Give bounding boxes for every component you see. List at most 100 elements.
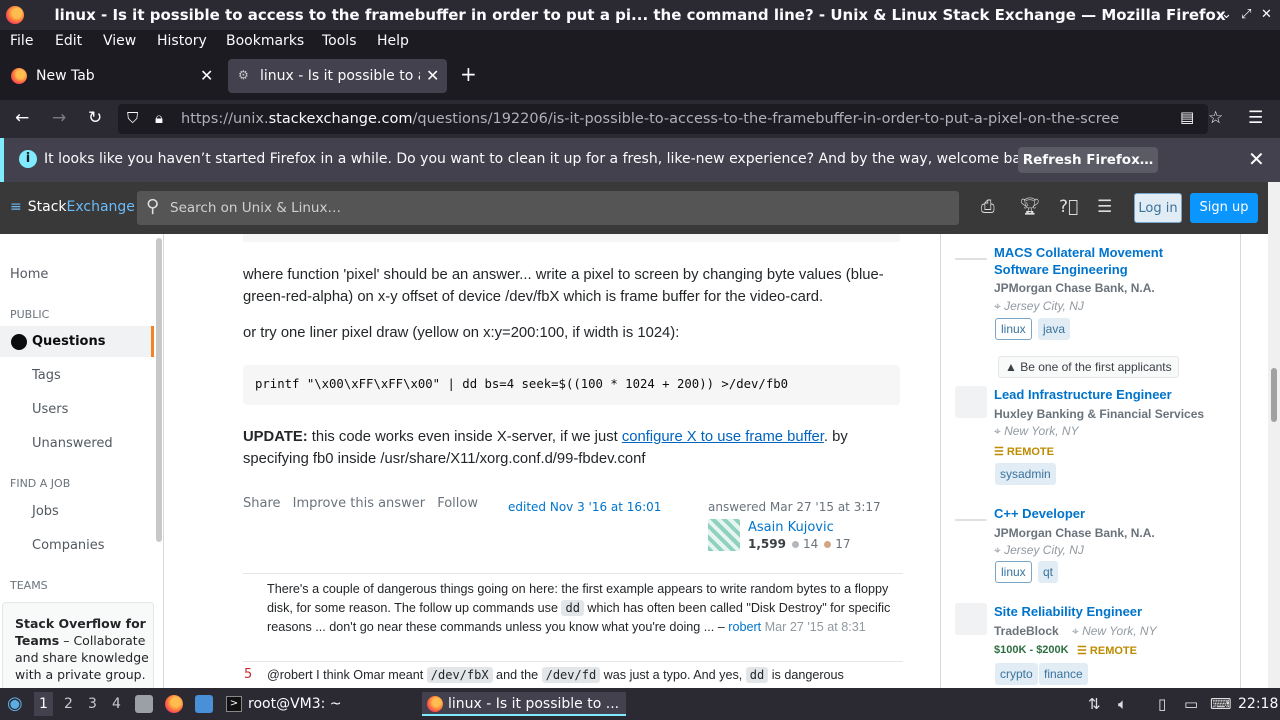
search-placeholder: Search on Unix & Linux…	[170, 200, 341, 216]
remote-badge: ☰ REMOTE	[994, 446, 1054, 458]
workspace-4[interactable]: 4	[112, 696, 121, 712]
sidebar-item-companies[interactable]: Companies	[32, 538, 105, 553]
page-scrollbar[interactable]	[1268, 182, 1280, 688]
scrollbar-thumb[interactable]	[1271, 368, 1277, 422]
network-icon[interactable]: ⇅	[1088, 695, 1101, 713]
menu-tools[interactable]: Tools	[322, 33, 357, 49]
avatar[interactable]	[708, 519, 740, 551]
workspace-3[interactable]: 3	[88, 696, 97, 712]
edited-timestamp-link[interactable]: edited Nov 3 '16 at 16:01	[508, 500, 661, 514]
reader-view-icon[interactable]: ▤	[1180, 108, 1194, 126]
author-reputation: 1,599 14 17	[748, 537, 851, 551]
site-search-input[interactable]: ⚲ Search on Unix & Linux…	[137, 191, 959, 225]
maximize-icon[interactable]: ⤢	[1241, 7, 1251, 22]
taskbar-firefox-window[interactable]: linux - Is it possible to ...	[422, 692, 626, 716]
reload-icon[interactable]: ↻	[88, 108, 102, 128]
login-button[interactable]: Log in	[1134, 193, 1182, 223]
achievements-trophy-icon[interactable]: 🏆︎	[1019, 197, 1041, 217]
job-title-link[interactable]: Site Reliability Engineer	[994, 603, 1214, 620]
tracking-shield-icon[interactable]: ⛉	[127, 109, 138, 127]
bookmark-star-icon[interactable]: ☆	[1208, 108, 1223, 128]
teams-promo[interactable]: Stack Overflow for Teams – Collaborate a…	[2, 602, 154, 688]
code-text: printf "\x00\xFF\xFF\x00" | dd bs=4 seek…	[255, 377, 789, 391]
tab-active-question[interactable]: ⚙ linux - Is it possible to acc ✕	[228, 59, 447, 93]
job-tag[interactable]: java	[1038, 318, 1071, 340]
menu-history[interactable]: History	[157, 33, 207, 49]
sidebar-item-unanswered[interactable]: Unanswered	[32, 436, 113, 451]
refresh-notification-bar: i It looks like you haven’t started Fire…	[0, 138, 1280, 182]
forward-arrow-icon[interactable]: →	[52, 108, 66, 128]
sidebar-item-users[interactable]: Users	[32, 402, 68, 417]
volume-icon[interactable]: 🔈︎	[1118, 695, 1127, 713]
tab-new-tab[interactable]: New Tab ✕	[4, 59, 222, 93]
comment-user-link[interactable]: robert	[728, 620, 761, 634]
left-sidebar: Home PUBLIC Questions Tags Users Unanswe…	[0, 234, 164, 688]
notification-close-icon[interactable]: ✕	[1248, 147, 1265, 171]
firefox-launcher-icon[interactable]	[165, 695, 183, 713]
workspace-2[interactable]: 2	[64, 696, 73, 712]
comment-score: 5	[244, 667, 253, 682]
close-window-icon[interactable]: ✕	[1261, 7, 1272, 22]
job-title-link[interactable]: C++ Developer	[994, 505, 1214, 522]
first-applicant-badge: ▲ Be one of the first applicants	[998, 356, 1179, 378]
comment-date: Mar 27 '15 at 8:31	[764, 620, 866, 634]
job-tag[interactable]: finance	[1039, 663, 1088, 685]
clipboard-icon[interactable]: ▯	[1158, 695, 1166, 713]
job-title-link[interactable]: MACS Collateral Movement Software Engine…	[994, 244, 1214, 278]
stackexchange-menu-icon[interactable]: ≡	[10, 199, 22, 215]
tab-label: linux - Is it possible to acc	[260, 68, 420, 84]
job-title-link[interactable]: Lead Infrastructure Engineer	[994, 386, 1214, 403]
jobs-sidebar: MACS Collateral Movement Software Engine…	[940, 234, 1241, 688]
workspace-1[interactable]: 1	[34, 692, 53, 716]
start-menu-icon[interactable]: ◉	[7, 693, 23, 714]
menu-view[interactable]: View	[103, 33, 136, 49]
job-tag[interactable]: qt	[1038, 561, 1059, 583]
display-icon[interactable]: ▭	[1184, 695, 1198, 713]
tab-close-icon[interactable]: ✕	[426, 66, 439, 85]
tab-close-icon[interactable]: ✕	[200, 66, 213, 85]
menu-file[interactable]: File	[10, 33, 33, 49]
sidebar-scrollbar[interactable]	[156, 238, 162, 542]
author-name-link[interactable]: Asain Kujovic	[748, 520, 834, 535]
url-text[interactable]: https://unix.stackexchange.com/questions…	[181, 111, 1119, 127]
back-arrow-icon[interactable]: ←	[15, 108, 29, 128]
taskbar-terminal-window[interactable]: > root@VM3: ~	[222, 692, 412, 716]
sidebar-item-home[interactable]: Home	[10, 267, 48, 282]
share-link[interactable]: Share	[243, 496, 281, 511]
job-tag[interactable]: linux	[995, 561, 1032, 583]
job-tag[interactable]: crypto	[995, 663, 1038, 685]
keyboard-icon[interactable]: ⌨	[1210, 695, 1232, 713]
company-logo	[955, 258, 987, 260]
address-bar[interactable]: ⛉ 🔒︎ https://unix.stackexchange.com/ques…	[118, 104, 1208, 134]
location-pin-icon: ⌖	[994, 424, 1005, 438]
menu-edit[interactable]: Edit	[55, 33, 82, 49]
arrow-up-icon: ▲	[1005, 360, 1021, 374]
job-tag[interactable]: linux	[995, 318, 1032, 340]
stackexchange-logo[interactable]: ≡ StackExchange	[10, 199, 135, 215]
comment: There's a couple of dangerous things goi…	[267, 582, 891, 634]
improve-answer-link[interactable]: Improve this answer	[293, 496, 425, 511]
signup-button[interactable]: Sign up	[1190, 193, 1258, 223]
desktop-icon[interactable]	[195, 695, 213, 713]
terminal-icon: >	[226, 696, 242, 712]
location-pin-icon: ⌖	[994, 543, 1005, 557]
job-tag[interactable]: sysadmin	[995, 463, 1056, 485]
menu-help[interactable]: Help	[377, 33, 409, 49]
lock-icon[interactable]: 🔒︎	[155, 109, 163, 127]
file-manager-icon[interactable]	[135, 695, 153, 713]
minimize-icon[interactable]: ⌄	[1221, 7, 1232, 22]
site-switcher-icon[interactable]: ☰	[1097, 197, 1112, 217]
refresh-firefox-button[interactable]: Refresh Firefox…	[1018, 147, 1158, 173]
sidebar-item-jobs[interactable]: Jobs	[32, 504, 59, 519]
sidebar-item-questions[interactable]: Questions	[32, 334, 105, 349]
window-title: linux - Is it possible to access to the …	[54, 6, 1226, 24]
firefox-icon	[427, 696, 443, 712]
help-icon[interactable]: ?⃝	[1059, 197, 1078, 217]
follow-link[interactable]: Follow	[437, 496, 478, 511]
inbox-icon[interactable]: ⎙	[981, 197, 995, 217]
hamburger-menu-icon[interactable]: ☰	[1248, 108, 1263, 128]
new-tab-plus-icon[interactable]: +	[460, 62, 477, 86]
configure-x-link[interactable]: configure X to use frame buffer	[622, 429, 824, 445]
sidebar-item-tags[interactable]: Tags	[32, 368, 61, 383]
menu-bookmarks[interactable]: Bookmarks	[226, 33, 304, 49]
